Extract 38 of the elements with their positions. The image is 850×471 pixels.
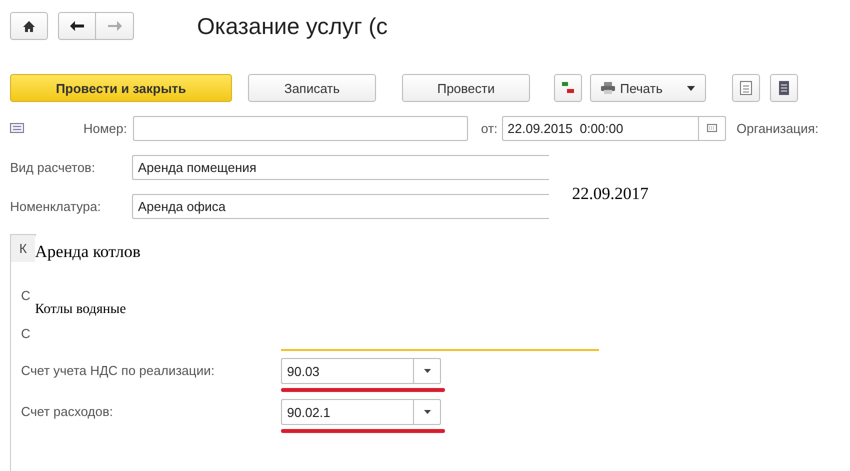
number-field[interactable] (133, 116, 468, 140)
home-icon (23, 20, 35, 32)
toolbar-button[interactable]: Записать (248, 74, 376, 102)
field-label: от: (481, 120, 498, 136)
date-field[interactable]: 22.09.2015 0:00:00 (502, 116, 726, 140)
back-button[interactable] (58, 12, 96, 40)
caret-icon (424, 369, 430, 373)
field-label: Номер: (82, 120, 127, 136)
forward-arrow-icon (108, 21, 122, 31)
list-icon (10, 123, 24, 133)
list-button[interactable] (770, 74, 798, 102)
dropdown-field[interactable]: 90.03 (281, 358, 441, 384)
document-icon (740, 81, 752, 95)
dropdown-field[interactable]: 90.02.1 (281, 399, 441, 425)
input-field[interactable]: Аренда помещения (132, 154, 549, 180)
print-button[interactable]: Печать (590, 74, 706, 102)
caret-icon (424, 410, 430, 414)
post-and-close-button[interactable]: Провести и закрыть (10, 74, 232, 102)
list-icon (779, 81, 789, 95)
window-title: Оказание услуг (с (197, 12, 388, 40)
field-label: Организация: (736, 120, 819, 136)
printer-icon (601, 82, 615, 94)
toolbar-button[interactable]: Провести (402, 74, 530, 102)
input-field[interactable]: Аренда офиса (132, 194, 549, 218)
field-label: Счет расходов: (21, 403, 114, 421)
calendar-icon (706, 124, 717, 132)
field-label: Номенклатура: (10, 198, 102, 214)
debit-credit-icon (561, 81, 575, 95)
field-label: С (21, 288, 32, 302)
field-label: Счет учета НДС по реализации: (21, 362, 216, 380)
tab[interactable]: К (10, 234, 36, 262)
back-arrow-icon (70, 21, 84, 31)
dt-kt-button[interactable] (554, 74, 582, 102)
field-label: С (21, 326, 32, 340)
caret-icon (687, 86, 695, 90)
field-label: Вид расчетов: (10, 160, 96, 174)
document-button[interactable] (732, 74, 760, 102)
home-button[interactable] (10, 12, 48, 40)
